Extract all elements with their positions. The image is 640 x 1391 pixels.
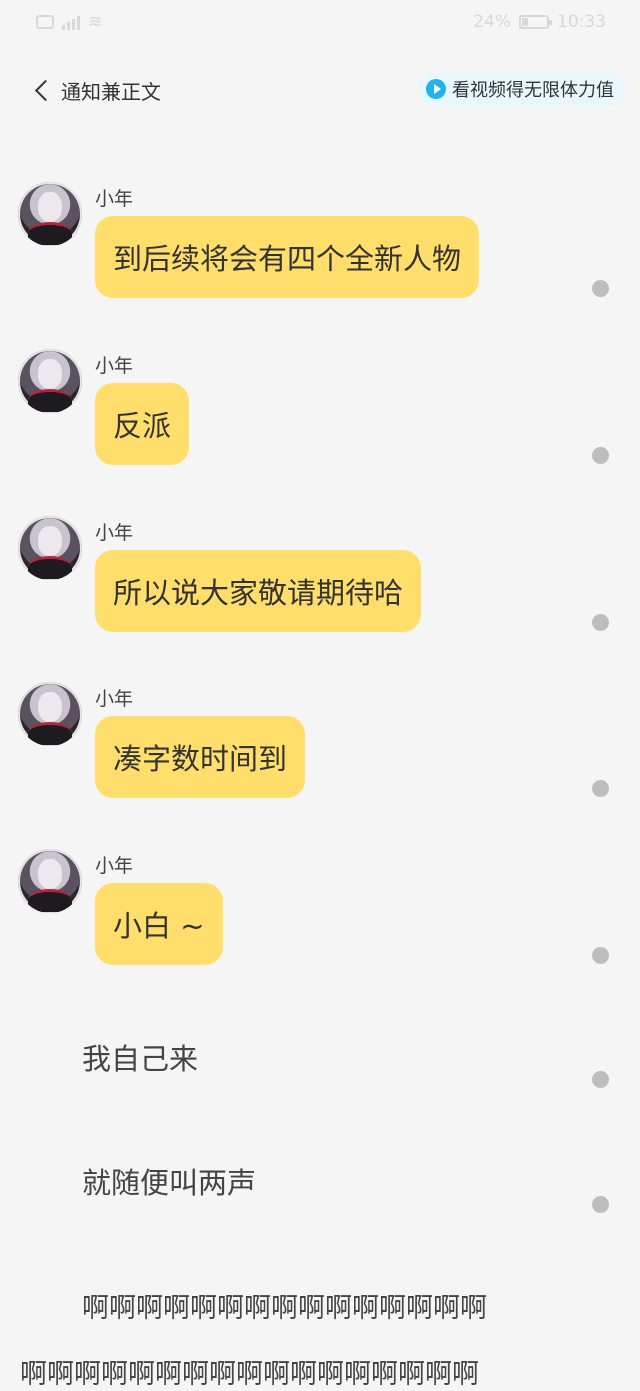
sender-name: 小年	[95, 355, 134, 377]
message-status-dot	[592, 447, 609, 464]
status-left: ≋	[36, 12, 102, 32]
signal-icon	[62, 14, 80, 30]
play-icon	[426, 79, 446, 99]
message-status-dot	[592, 947, 609, 964]
sender-name: 小年	[95, 855, 134, 877]
message-bubble[interactable]: 小白 ~	[95, 883, 223, 965]
watch-video-button[interactable]: 看视频得无限体力值	[418, 72, 626, 106]
message-bubble[interactable]: 所以说大家敬请期待哈	[95, 550, 422, 632]
message-status-dot	[592, 1071, 609, 1088]
sim-icon	[36, 15, 54, 29]
message-status-dot	[592, 614, 609, 631]
status-bar: ≋ 24% 10:33	[0, 0, 640, 44]
message-bubble[interactable]: 凑字数时间到	[95, 716, 306, 798]
avatar[interactable]	[18, 682, 82, 746]
top-nav: 通知兼正文 看视频得无限体力值	[0, 66, 640, 116]
battery-percent: 24%	[473, 12, 511, 32]
message-status-dot	[592, 780, 609, 797]
avatar[interactable]	[18, 849, 82, 913]
narration-text[interactable]: 啊啊啊啊啊啊啊啊啊啊啊啊啊啊啊	[82, 1286, 487, 1325]
avatar[interactable]	[18, 182, 82, 246]
clock-time: 10:33	[557, 12, 606, 32]
wifi-icon: ≋	[88, 12, 103, 32]
chevron-left-icon	[34, 79, 57, 102]
message-bubble[interactable]: 反派	[95, 383, 190, 465]
status-right: 24% 10:33	[473, 12, 606, 32]
message-bubble[interactable]: 到后续将会有四个全新人物	[95, 216, 480, 298]
message-status-dot	[592, 280, 609, 297]
narration-text[interactable]: 就随便叫两声	[82, 1160, 256, 1202]
narration-text[interactable]: 我自己来	[82, 1036, 198, 1078]
battery-icon	[519, 15, 552, 29]
sender-name: 小年	[95, 522, 134, 544]
sender-name: 小年	[95, 188, 134, 210]
avatar[interactable]	[18, 516, 82, 580]
narration-text[interactable]: 啊啊啊啊啊啊啊啊啊啊啊啊啊啊啊啊啊	[20, 1352, 479, 1391]
message-status-dot	[592, 1196, 609, 1213]
back-button[interactable]: 通知兼正文	[32, 76, 161, 105]
sender-name: 小年	[95, 688, 134, 710]
back-label: 通知兼正文	[61, 80, 161, 104]
avatar[interactable]	[18, 349, 82, 413]
watch-video-label: 看视频得无限体力值	[452, 80, 614, 101]
